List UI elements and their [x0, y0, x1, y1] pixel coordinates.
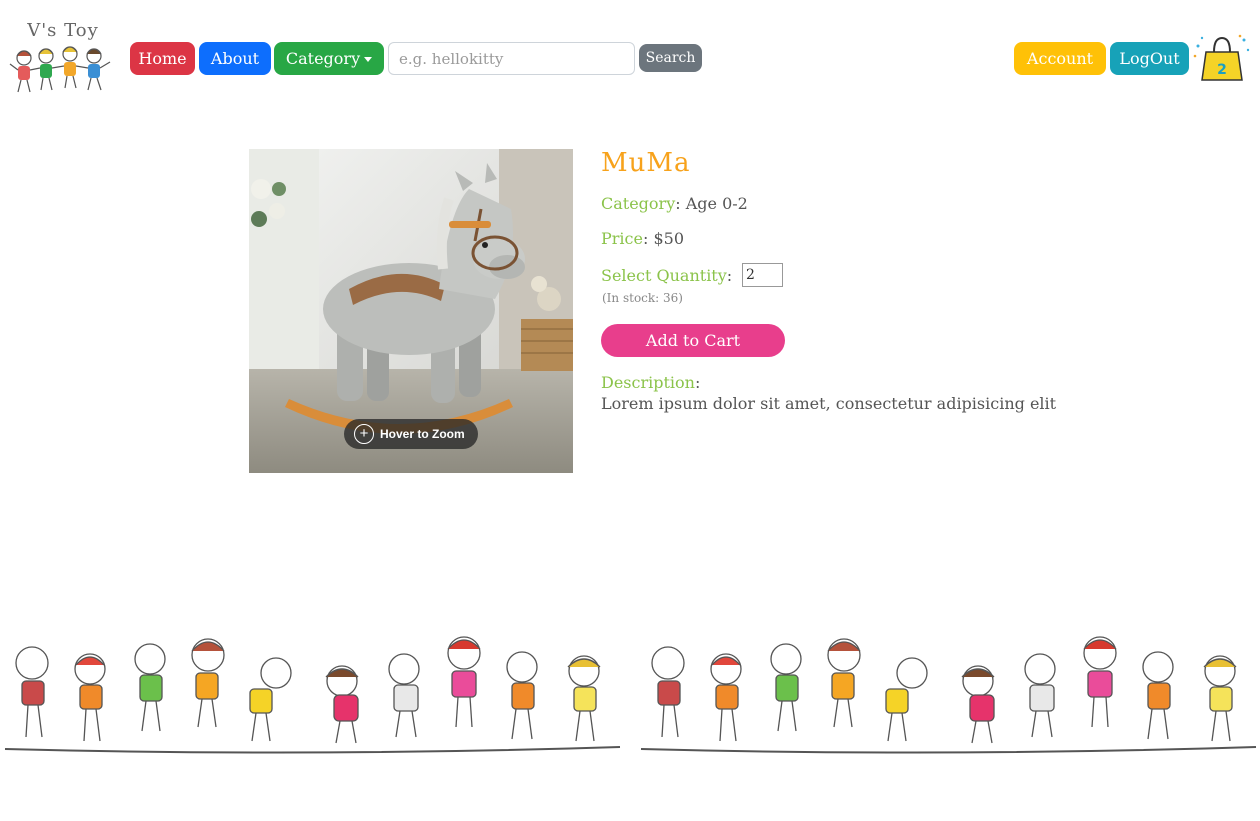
dancing-kids-banner [4, 636, 1257, 754]
quantity-field-label: Select Quantity [601, 266, 727, 285]
brand-logo[interactable]: V's Toy [8, 16, 118, 100]
cart-button[interactable]: 2 [1192, 32, 1252, 84]
category-field-label: Category [601, 194, 676, 213]
category-label: Category [285, 49, 361, 68]
quantity-row: Select Quantity: [601, 266, 733, 285]
kids-icon [9, 46, 111, 93]
description-text: Lorem ipsum dolor sit amet, consectetur … [601, 394, 1057, 413]
category-field-value: Age 0-2 [685, 194, 748, 213]
add-to-cart-button[interactable]: Add to Cart [601, 324, 785, 357]
hover-zoom-text: Hover to Zoom [380, 427, 465, 441]
price-field-label: Price [601, 229, 643, 248]
brand-logo-text: V's Toy [27, 20, 99, 41]
product-image[interactable]: + Hover to Zoom [249, 149, 573, 473]
home-button[interactable]: Home [130, 42, 195, 75]
search-input[interactable] [388, 42, 635, 75]
hover-zoom-hint: + Hover to Zoom [344, 419, 478, 449]
description-field-label: Description [601, 373, 695, 392]
logout-button[interactable]: LogOut [1110, 42, 1189, 75]
product-category-row: Category: Age 0-2 [601, 194, 748, 213]
quantity-input[interactable] [742, 263, 783, 287]
search-button[interactable]: Search [639, 44, 702, 72]
chevron-down-icon [364, 57, 373, 62]
category-dropdown-button[interactable]: Category [274, 42, 384, 75]
product-price-row: Price: $50 [601, 229, 684, 248]
zoom-plus-icon: + [354, 424, 374, 444]
price-field-value: $50 [653, 229, 684, 248]
account-button[interactable]: Account [1014, 42, 1106, 75]
cart-count-badge: 2 [1217, 62, 1227, 78]
description-row: Description: [601, 373, 701, 392]
about-button[interactable]: About [199, 42, 271, 75]
product-title: MuMa [601, 148, 691, 178]
stock-info: (In stock: 36) [602, 291, 683, 305]
